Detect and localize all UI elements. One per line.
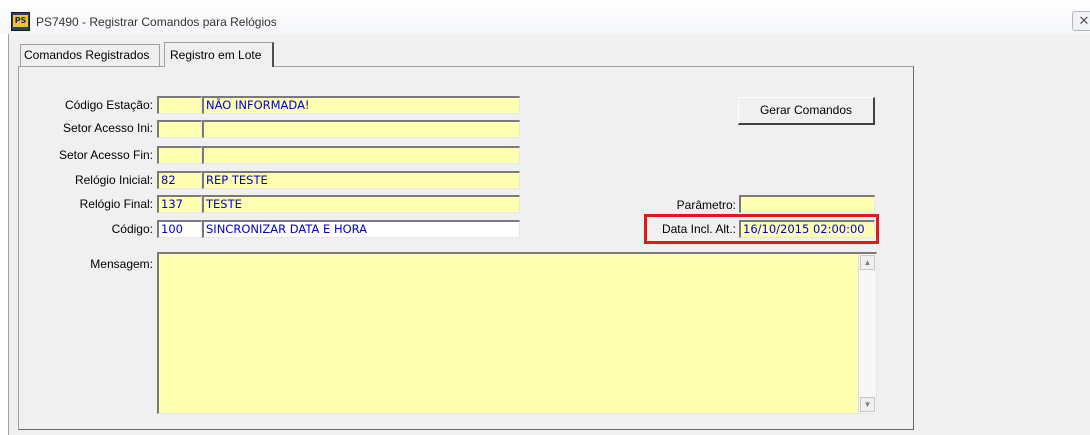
relogio-inicial-label: Relógio Inicial: [74, 173, 153, 187]
parametro-label: Parâmetro: [676, 198, 736, 212]
relogio-inicial-code-field[interactable]: 82 [157, 171, 202, 189]
window-title: PS7490 - Registrar Comandos para Relógio… [36, 15, 277, 29]
setor-fin-label: Setor Acesso Fin: [58, 148, 153, 162]
mensagem-textarea[interactable]: ▲ ▼ [157, 252, 877, 414]
codigo-estacao-code-field[interactable] [157, 96, 202, 114]
tab-comandos-registrados[interactable]: Comandos Registrados [20, 44, 160, 66]
relogio-inicial-desc-field[interactable]: REP TESTE [202, 171, 520, 189]
data-incl-alt-field[interactable]: 16/10/2015 02:00:00 [739, 220, 875, 238]
app-icon-label: PS [13, 15, 28, 27]
relogio-final-label: Relógio Final: [79, 197, 153, 211]
setor-fin-desc-field[interactable] [202, 146, 520, 164]
mensagem-label: Mensagem: [90, 257, 153, 271]
relogio-final-code-field[interactable]: 137 [157, 195, 202, 213]
gerar-comandos-button[interactable]: Gerar Comandos [738, 97, 875, 125]
close-icon: ✕ [1078, 13, 1090, 28]
data-incl-alt-label: Data Incl. Alt.: [661, 222, 736, 236]
close-button[interactable]: ✕ [1072, 11, 1090, 31]
scroll-down-icon[interactable]: ▼ [860, 397, 875, 412]
setor-ini-desc-field[interactable] [202, 120, 520, 138]
title-bar: PS PS7490 - Registrar Comandos para Reló… [0, 0, 1090, 34]
app-icon[interactable]: PS [11, 12, 30, 31]
codigo-estacao-desc-field[interactable]: NÃO INFORMADA! [202, 96, 520, 114]
parametro-field[interactable] [739, 195, 875, 213]
mensagem-scrollbar[interactable]: ▲ ▼ [858, 254, 876, 413]
codigo-label: Código: [111, 222, 153, 236]
codigo-estacao-label: Código Estação: [64, 98, 153, 112]
codigo-code-field[interactable]: 100 [157, 220, 202, 238]
setor-ini-code-field[interactable] [157, 120, 202, 138]
setor-fin-code-field[interactable] [157, 146, 202, 164]
setor-ini-label: Setor Acesso Ini: [62, 121, 153, 135]
relogio-final-desc-field[interactable]: TESTE [202, 195, 520, 213]
codigo-desc-field[interactable]: SINCRONIZAR DATA E HORA [202, 220, 520, 238]
tab-registro-em-lote[interactable]: Registro em Lote [164, 42, 274, 67]
scroll-up-icon[interactable]: ▲ [860, 255, 875, 270]
